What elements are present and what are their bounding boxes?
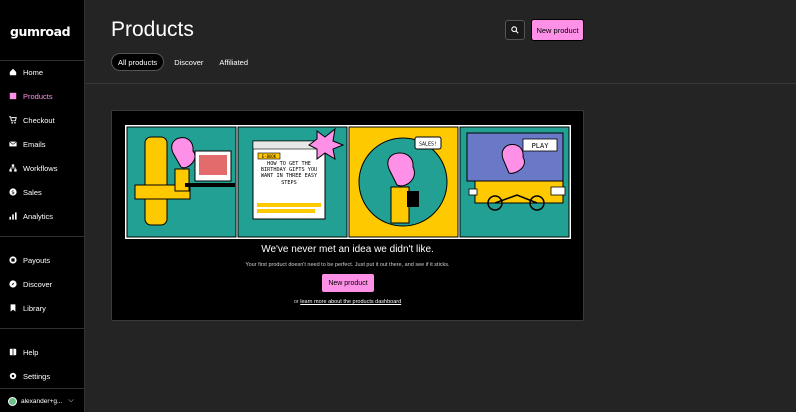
search-button[interactable] [505, 20, 525, 40]
tab-affiliated[interactable]: Affiliated [213, 53, 254, 71]
sidebar-divider [0, 236, 85, 237]
sidebar-divider [0, 328, 85, 329]
sidebar-item-label: Home [23, 67, 44, 77]
empty-state-title: We've never met an idea we didn't like. [261, 244, 434, 255]
empty-state-subtitle: Your first product doesn't need to be pe… [245, 262, 450, 268]
sidebar-item-label: Emails [23, 139, 46, 149]
comic-illustration: E-BOOK HOW TO GET THE BIRTHDAY GIFTS YOU… [125, 125, 571, 239]
sidebar-item-settings[interactable]: Settings [0, 364, 85, 388]
ebook-tag: E-BOOK [262, 154, 277, 159]
user-menu[interactable]: alexander+g... ⌵ [0, 390, 85, 412]
products-icon [9, 92, 17, 100]
tab-all-products[interactable]: All products [111, 53, 165, 71]
sidebar-item-analytics[interactable]: Analytics [0, 204, 85, 228]
bank-icon [9, 256, 17, 264]
sidebar-item-checkout[interactable]: Checkout [0, 108, 85, 132]
ebook-title: HOW TO GET THE BIRTHDAY GIFTS YOU WANT I… [260, 161, 318, 186]
sidebar: GUMROAD Home Products Checkout Emails Wo… [0, 0, 85, 412]
sidebar-item-products[interactable]: Products [0, 84, 85, 108]
cart-icon [9, 116, 17, 124]
book-icon [9, 348, 17, 356]
new-product-button-main[interactable]: New product [321, 273, 375, 293]
chevron-down-icon: ⌵ [68, 397, 74, 404]
bar-chart-icon [9, 212, 17, 220]
avatar [8, 396, 17, 406]
sidebar-item-label: Checkout [23, 115, 55, 125]
sidebar-item-emails[interactable]: Emails [0, 132, 85, 156]
sidebar-item-sales[interactable]: $ Sales [0, 180, 85, 204]
gear-icon [9, 372, 17, 380]
sidebar-item-label: Library [23, 303, 46, 313]
home-icon [9, 68, 17, 76]
svg-text:$: $ [11, 190, 15, 196]
sidebar-item-label: Help [23, 347, 39, 357]
sidebar-item-library[interactable]: Library [0, 296, 85, 320]
product-tabs: All products Discover Affiliated [111, 53, 254, 71]
sidebar-item-label: Payouts [23, 255, 51, 265]
new-product-button[interactable]: New product [531, 19, 584, 41]
user-name: alexander+g... [21, 397, 63, 405]
sidebar-divider [0, 388, 85, 389]
gumroad-logo[interactable]: GUMROAD [10, 24, 71, 39]
sidebar-item-workflows[interactable]: Workflows [0, 156, 85, 180]
sidebar-item-discover[interactable]: Discover [0, 272, 85, 296]
sidebar-item-help[interactable]: Help [0, 340, 85, 364]
sidebar-item-label: Sales [23, 187, 42, 197]
sidebar-item-label: Products [23, 91, 53, 101]
sidebar-item-payouts[interactable]: Payouts [0, 248, 85, 272]
play-sign: PLAY [532, 142, 550, 150]
envelope-icon [9, 140, 17, 148]
tab-discover[interactable]: Discover [168, 53, 209, 71]
sidebar-item-home[interactable]: Home [0, 60, 85, 84]
header-divider [86, 83, 796, 84]
sidebar-item-label: Settings [23, 371, 51, 381]
learn-more-link[interactable]: learn more about the products dashboard [300, 299, 401, 305]
sales-bubble: SALES! [419, 142, 437, 148]
sidebar-item-label: Workflows [23, 163, 58, 173]
workflow-icon [9, 164, 17, 172]
search-icon [9, 280, 17, 288]
learn-more-text: or learn more about the products dashboa… [112, 299, 583, 305]
sidebar-item-label: Analytics [23, 211, 54, 221]
search-icon [511, 26, 519, 34]
dollar-icon: $ [9, 188, 17, 196]
empty-state-card: E-BOOK HOW TO GET THE BIRTHDAY GIFTS YOU… [111, 110, 584, 321]
page-title: Products [111, 18, 194, 41]
bookmark-icon [9, 304, 17, 312]
sidebar-item-label: Discover [23, 279, 53, 289]
